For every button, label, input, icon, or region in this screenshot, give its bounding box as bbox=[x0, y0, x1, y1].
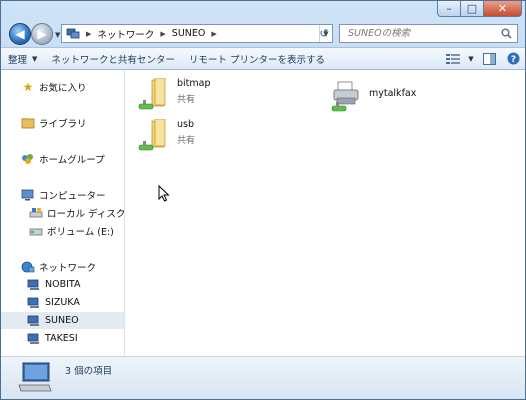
nav-local-disk[interactable]: ローカル ディスク ( bbox=[1, 204, 124, 221]
library-icon bbox=[21, 117, 35, 129]
address-bar[interactable]: ▶ ネットワーク ▶ SUNEO ▶ ▼ bbox=[61, 24, 333, 43]
network-center-button[interactable]: ネットワークと共有センター bbox=[44, 48, 182, 69]
network-icon bbox=[21, 261, 35, 273]
organize-label: 整理 bbox=[8, 54, 28, 66]
breadcrumb-separator[interactable]: ▶ bbox=[160, 30, 165, 38]
toolbar-right: ▼ ? bbox=[441, 49, 525, 69]
navigation-pane[interactable]: ★ お気に入り ライブラリ ホームグループ コンピューター ローカル ディスク … bbox=[1, 70, 125, 356]
item-texts: mytalkfax bbox=[369, 80, 416, 99]
remote-printers-label: リモート プリンターを表示する bbox=[188, 54, 325, 66]
details-pane: 3 個の項目 bbox=[1, 357, 525, 399]
nav-host-label: TAKESI bbox=[45, 333, 78, 344]
homegroup-icon bbox=[21, 153, 35, 165]
explorer-window: – □ ✕ ◀ ▶ ▼ ▶ ネットワーク ▶ SUNEO ▶ ▼ ↺ SUNEO… bbox=[0, 0, 526, 400]
nav-host-sizuka[interactable]: SIZUKA bbox=[1, 294, 124, 311]
change-view-button[interactable] bbox=[441, 49, 465, 69]
recent-pages-dropdown[interactable]: ▼ bbox=[55, 31, 60, 39]
nav-libraries[interactable]: ライブラリ bbox=[1, 114, 124, 131]
network-center-label: ネットワークと共有センター bbox=[51, 54, 175, 66]
item-subtitle: 共有 bbox=[177, 136, 196, 146]
nav-host-label: SUNEO bbox=[45, 315, 79, 326]
network-computer-icon bbox=[27, 279, 41, 291]
network-computer-icon bbox=[27, 315, 41, 327]
nav-host-takesi[interactable]: TAKESI bbox=[1, 330, 124, 347]
star-icon: ★ bbox=[22, 79, 34, 94]
forward-button[interactable]: ▶ bbox=[31, 23, 53, 45]
drive-icon bbox=[29, 207, 43, 219]
nav-volume[interactable]: ボリューム (E:) bbox=[1, 222, 124, 239]
item-count: 3 個の項目 bbox=[65, 366, 113, 377]
nav-volume-label: ボリューム (E:) bbox=[47, 226, 114, 238]
search-input[interactable] bbox=[346, 27, 500, 40]
item-name: bitmap bbox=[177, 78, 211, 89]
item-name: usb bbox=[177, 119, 195, 130]
nav-favorites[interactable]: ★ お気に入り bbox=[1, 78, 124, 95]
remote-printers-button[interactable]: リモート プリンターを表示する bbox=[182, 48, 332, 69]
file-list[interactable]: bitmap 共有 usb 共有 mytalkfax bbox=[125, 70, 525, 356]
nav-computer[interactable]: コンピューター bbox=[1, 186, 124, 203]
nav-computer-label: コンピューター bbox=[39, 190, 106, 202]
minimize-button[interactable]: – bbox=[437, 1, 461, 17]
nav-network-label: ネットワーク bbox=[39, 262, 97, 274]
nav-homegroup[interactable]: ホームグループ bbox=[1, 150, 124, 167]
nav-favorites-label: お気に入り bbox=[39, 82, 87, 94]
preview-pane-button[interactable] bbox=[477, 49, 501, 69]
back-button[interactable]: ◀ bbox=[9, 23, 31, 45]
breadcrumb-separator[interactable]: ▶ bbox=[211, 30, 216, 38]
nav-host-suneo[interactable]: SUNEO bbox=[1, 312, 124, 329]
help-button[interactable]: ? bbox=[501, 49, 525, 69]
preview-pane-icon bbox=[482, 52, 496, 65]
refresh-button[interactable]: ↺ bbox=[315, 25, 333, 42]
nav-host-label: NOBITA bbox=[45, 279, 81, 290]
breadcrumb-separator[interactable]: ▶ bbox=[86, 30, 91, 38]
item-name: mytalkfax bbox=[369, 88, 417, 99]
window-controls: – □ ✕ bbox=[437, 1, 522, 17]
nav-homegroup-label: ホームグループ bbox=[39, 154, 105, 166]
network-computer-icon bbox=[27, 297, 41, 309]
computer-icon bbox=[21, 189, 35, 201]
nav-host-label: SIZUKA bbox=[45, 297, 80, 308]
share-item-usb[interactable]: usb 共有 bbox=[137, 118, 195, 153]
share-item-mytalkfax[interactable]: mytalkfax bbox=[329, 80, 416, 114]
back-arrow-icon: ◀ bbox=[15, 27, 25, 41]
printer-icon bbox=[329, 80, 363, 114]
forward-arrow-icon: ▶ bbox=[37, 27, 47, 41]
close-button[interactable]: ✕ bbox=[484, 1, 522, 17]
nav-local-disk-label: ローカル ディスク ( bbox=[47, 208, 124, 220]
share-item-bitmap[interactable]: bitmap 共有 bbox=[137, 77, 211, 112]
svg-text:?: ? bbox=[510, 55, 515, 65]
chevron-down-icon: ▼ bbox=[32, 54, 38, 63]
item-texts: usb 共有 bbox=[177, 119, 195, 146]
help-icon: ? bbox=[507, 52, 519, 65]
nav-host-nobita[interactable]: NOBITA bbox=[1, 276, 124, 293]
view-dropdown-button[interactable]: ▼ bbox=[465, 49, 477, 69]
mouse-cursor-icon bbox=[158, 185, 170, 202]
drive-icon bbox=[29, 225, 43, 237]
item-texts: bitmap 共有 bbox=[177, 78, 211, 105]
title-bar: – □ ✕ ◀ ▶ ▼ ▶ ネットワーク ▶ SUNEO ▶ ▼ ↺ bbox=[1, 1, 526, 45]
breadcrumb-suneo[interactable]: SUNEO bbox=[172, 28, 206, 39]
breadcrumb-network[interactable]: ネットワーク bbox=[97, 27, 154, 41]
maximize-button[interactable]: □ bbox=[461, 1, 484, 17]
nav-network[interactable]: ネットワーク bbox=[1, 258, 124, 275]
network-computer-icon bbox=[27, 333, 41, 345]
network-computer-icon bbox=[18, 362, 52, 392]
network-location-icon bbox=[66, 28, 80, 38]
main-area: ★ お気に入り ライブラリ ホームグループ コンピューター ローカル ディスク … bbox=[1, 70, 525, 357]
search-box[interactable] bbox=[339, 24, 518, 43]
command-bar: 整理 ▼ ネットワークと共有センター リモート プリンターを表示する ▼ ? bbox=[1, 47, 525, 70]
search-icon bbox=[501, 28, 512, 39]
refresh-icon: ↺ bbox=[319, 27, 329, 40]
shared-folder-icon bbox=[137, 118, 171, 153]
organize-menu[interactable]: 整理 ▼ bbox=[1, 48, 44, 69]
nav-libraries-label: ライブラリ bbox=[39, 118, 87, 130]
item-subtitle: 共有 bbox=[177, 95, 196, 105]
view-options-icon bbox=[446, 53, 460, 64]
shared-folder-icon bbox=[137, 77, 171, 112]
